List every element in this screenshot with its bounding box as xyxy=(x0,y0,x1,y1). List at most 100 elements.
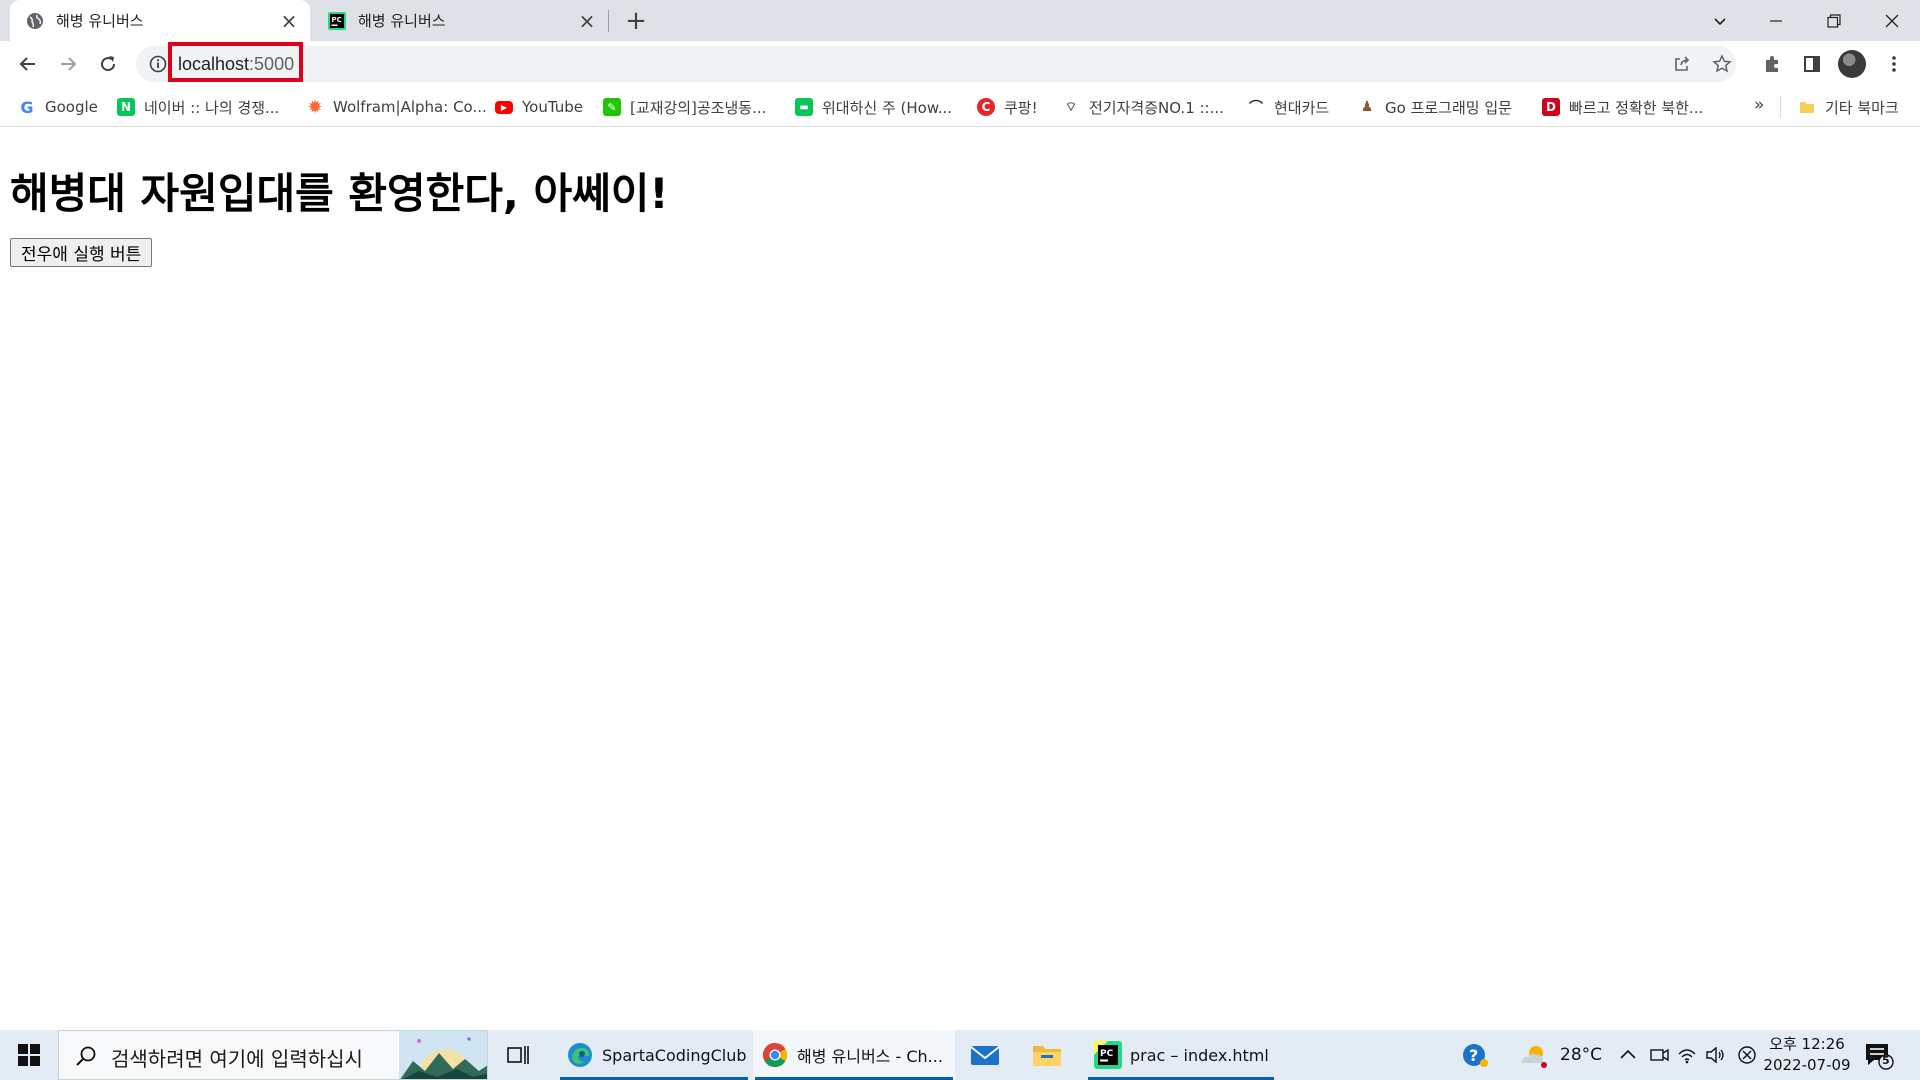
search-highlight-art-icon xyxy=(399,1031,487,1079)
task-view-icon[interactable] xyxy=(506,1043,530,1067)
help-icon[interactable]: ? xyxy=(1460,1041,1490,1069)
hyundai-card-icon: ⌒ xyxy=(1247,98,1265,116)
notification-count: 5 xyxy=(1882,1054,1890,1067)
bookmark-label: Go 프로그래밍 입문 xyxy=(1385,98,1512,117)
svg-text:PC: PC xyxy=(332,16,342,24)
bookmark-hyundai-card[interactable]: ⌒ 현대카드 xyxy=(1247,95,1329,119)
other-bookmarks-label: 기타 북마크 xyxy=(1825,98,1899,117)
tab-inactive[interactable]: PC 해병 유니버스 × xyxy=(312,0,608,41)
mail-icon[interactable] xyxy=(970,1041,1000,1069)
coupang-icon: C xyxy=(977,98,995,116)
side-panel-icon xyxy=(1804,56,1820,72)
page-heading: 해병대 자원입대를 환영한다, 아쎄이! xyxy=(10,169,669,218)
bookmark-star-icon[interactable] xyxy=(1712,54,1732,74)
bookmark-label: 전기자격증NO.1 ::... xyxy=(1089,98,1224,117)
search-icon xyxy=(76,1046,96,1066)
bookmark-chat[interactable]: ▬ 위대하신 주 (How... xyxy=(795,95,952,119)
svg-text:?: ? xyxy=(1469,1046,1478,1065)
d-icon: D xyxy=(1542,98,1560,116)
arrow-left-icon xyxy=(19,57,35,71)
globe-icon xyxy=(27,12,43,29)
bookmark-nk[interactable]: D 빠르고 정확한 북한... xyxy=(1542,95,1703,119)
google-icon: G xyxy=(18,98,36,117)
notification-icon xyxy=(1866,1044,1894,1070)
ime-status-icon[interactable] xyxy=(1736,1041,1758,1069)
file-explorer-icon[interactable] xyxy=(1032,1041,1062,1069)
youtube-icon: ▶ xyxy=(495,100,513,114)
bookmark-label: Google xyxy=(45,98,98,116)
bookmark-go[interactable]: ♟ Go 프로그래밍 입문 xyxy=(1358,95,1512,119)
chrome-icon xyxy=(762,1043,788,1068)
taskbar-app-label: 해병 유니버스 - Ch... xyxy=(797,1047,943,1066)
weather-cloud-sun-icon xyxy=(1522,1046,1547,1068)
bookmark-naver[interactable]: N 네이버 :: 나의 경쟁... xyxy=(117,95,279,119)
action-center-button[interactable]: 5 xyxy=(1862,1040,1896,1070)
arrow-right-icon xyxy=(61,57,77,71)
bookmarks-bar: G Google N 네이버 :: 나의 경쟁... ✹ Wolfram|Alp… xyxy=(0,87,1920,127)
tab-close-icon[interactable]: × xyxy=(278,9,300,33)
reload-button[interactable] xyxy=(92,48,124,80)
bookmark-label: 네이버 :: 나의 경쟁... xyxy=(144,98,280,117)
bookmark-youtube[interactable]: ▶ YouTube xyxy=(495,95,583,119)
close-window-button[interactable] xyxy=(1864,0,1920,41)
comrade-love-button[interactable]: 전우애 실행 버튼 xyxy=(10,238,153,267)
meet-now-icon[interactable] xyxy=(1648,1041,1670,1069)
wifi-icon[interactable] xyxy=(1676,1041,1698,1069)
tab-search-icon[interactable] xyxy=(1692,0,1748,41)
menu-button[interactable] xyxy=(1878,48,1910,80)
signal-icon: ⌔ xyxy=(1062,98,1080,116)
weather-widget[interactable]: 28°C xyxy=(1518,1030,1602,1080)
reload-icon xyxy=(101,56,116,72)
pycharm-icon: PC xyxy=(1094,1041,1122,1069)
weather-temp: 28°C xyxy=(1560,1045,1603,1065)
bookmark-label: 현대카드 xyxy=(1274,98,1330,117)
other-bookmarks[interactable]: 기타 북마크 xyxy=(1798,95,1899,119)
taskbar-app-edge[interactable]: SpartaCodingClub ... xyxy=(558,1030,767,1080)
chevron-up-icon[interactable] xyxy=(1618,1041,1638,1069)
bookmark-electric[interactable]: ⌔ 전기자격증NO.1 ::... xyxy=(1062,95,1224,119)
gopher-icon: ♟ xyxy=(1358,98,1376,116)
bookmark-label: 위대하신 주 (How... xyxy=(822,98,953,117)
tab-title: 해병 유니버스 xyxy=(358,12,446,30)
bookmark-coupang[interactable]: C 쿠팡! xyxy=(977,95,1038,119)
taskbar-app-chrome[interactable]: 해병 유니버스 - Ch... xyxy=(753,1030,955,1080)
bookmark-wolfram[interactable]: ✹ Wolfram|Alpha: Co... xyxy=(306,95,487,119)
taskbar-search[interactable]: 검색하려면 여기에 입력하십시 xyxy=(58,1030,488,1080)
bookmarks-overflow-button[interactable]: » xyxy=(1754,95,1764,115)
bookmark-lecture[interactable]: ✎ [교재강의]공조냉동... xyxy=(603,95,766,119)
browser-toolbar: localhost:5000 xyxy=(0,41,1920,87)
start-button[interactable] xyxy=(0,1030,58,1080)
search-placeholder: 검색하려면 여기에 입력하십시 xyxy=(111,1047,363,1071)
edge-icon xyxy=(568,1043,592,1067)
bookmark-label: [교재강의]공조냉동... xyxy=(630,98,767,117)
minimize-button[interactable] xyxy=(1748,0,1804,41)
tab-close-icon[interactable]: × xyxy=(576,9,598,33)
address-bar[interactable]: localhost:5000 xyxy=(136,42,1736,82)
clock-time: 오후 12:26 xyxy=(1769,1035,1845,1053)
folder-icon xyxy=(1800,102,1814,113)
bookmarks-separator xyxy=(1780,96,1781,118)
system-clock[interactable]: 오후 12:26 2022-07-09 xyxy=(1762,1034,1852,1076)
taskbar: 검색하려면 여기에 입력하십시 SpartaCodingClub ... 해병 … xyxy=(0,1030,1920,1080)
tab-title: 해병 유니버스 xyxy=(56,12,144,30)
taskbar-app-label: SpartaCodingClub ... xyxy=(602,1045,767,1065)
forward-button[interactable] xyxy=(52,48,84,80)
bookmark-google[interactable]: G Google xyxy=(18,95,98,119)
tab-separator xyxy=(608,10,609,32)
tab-active[interactable]: 해병 유니버스 × xyxy=(10,0,310,41)
extensions-button[interactable] xyxy=(1756,48,1788,80)
bookmark-label: 쿠팡! xyxy=(1004,98,1038,117)
bookmark-label: YouTube xyxy=(522,98,583,116)
puzzle-icon xyxy=(1766,56,1778,72)
kebab-menu-icon xyxy=(1892,56,1896,72)
info-icon[interactable] xyxy=(148,54,168,74)
new-tab-button[interactable]: + xyxy=(622,6,650,36)
profile-avatar[interactable] xyxy=(1838,50,1866,78)
side-panel-button[interactable] xyxy=(1796,48,1828,80)
volume-icon[interactable] xyxy=(1704,1041,1726,1069)
back-button[interactable] xyxy=(12,48,44,80)
taskbar-app-pycharm[interactable]: PC prac – index.html xyxy=(1086,1030,1276,1080)
taskbar-app-label: prac – index.html xyxy=(1130,1045,1269,1065)
restore-button[interactable] xyxy=(1806,0,1862,41)
share-icon[interactable] xyxy=(1672,54,1692,74)
